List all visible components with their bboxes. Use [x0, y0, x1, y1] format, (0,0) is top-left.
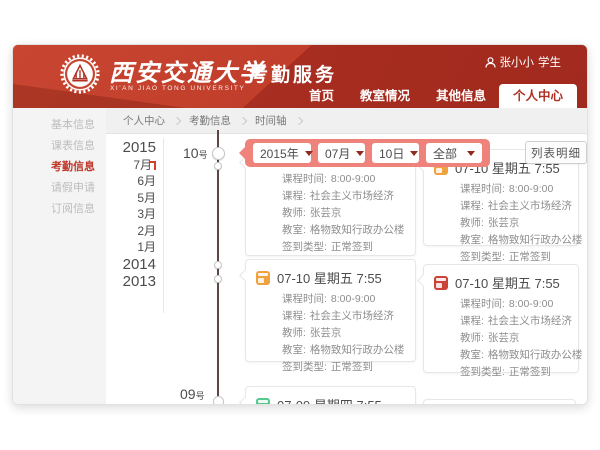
date-filter-bar: 2015年 07月 10日 全部	[245, 139, 490, 167]
caret-down-icon	[410, 151, 418, 156]
attendance-card-partial[interactable]	[423, 399, 576, 405]
timeline-year-2014[interactable]: 2014	[106, 256, 156, 274]
day-select[interactable]: 10日	[372, 143, 419, 163]
timeline-month-jul[interactable]: 7月	[106, 157, 156, 174]
timeline-year-month-column: 2015 7月 6月 5月 3月 2月 1月 2014 2013	[106, 139, 156, 291]
timeline-year-2013[interactable]: 2013	[106, 273, 156, 291]
main-content: 个人中心 考勤信息 时间轴 2015 7月 6月 5月 3月 2月 1月 20	[106, 108, 587, 405]
nav-item-other-info[interactable]: 其他信息	[423, 84, 499, 108]
card-title: 07-10 星期五 7:55	[455, 273, 560, 292]
person-icon	[485, 57, 496, 68]
caret-down-icon	[356, 151, 364, 156]
sidebar-item-schedule-info[interactable]: 课表信息	[13, 136, 106, 157]
nav-item-classrooms[interactable]: 教室情况	[347, 84, 423, 108]
timeline-month-feb[interactable]: 2月	[106, 223, 156, 240]
sidebar-item-basic-info[interactable]: 基本信息	[13, 115, 106, 136]
sidebar-item-attendance-info[interactable]: 考勤信息	[13, 157, 106, 178]
nav-item-home[interactable]: 首页	[296, 84, 347, 108]
app-window: 西安交通大学 XI'AN JIAO TONG UNIVERSITY 考勤服务 张…	[12, 44, 588, 405]
card-title: 07-10 星期五 7:55	[277, 268, 382, 287]
list-detail-button[interactable]: 列表明细	[525, 141, 587, 164]
timeline-month-jun[interactable]: 6月	[106, 173, 156, 190]
attendance-card[interactable]: 07-10 星期五 7:55 课程时间:8:00-9:00 课程:社会主义市场经…	[245, 259, 416, 362]
current-month-marker	[154, 161, 156, 170]
card-title: 07-09 星期四 7:55	[277, 395, 382, 405]
timeline-node-small	[214, 275, 222, 283]
caret-down-icon	[467, 151, 475, 156]
user-name: 张小小	[500, 54, 535, 70]
breadcrumb-attendance-info[interactable]: 考勤信息	[189, 113, 231, 128]
user-role: 学生	[538, 54, 561, 70]
sidebar-item-leave-request[interactable]: 请假申请	[13, 178, 106, 199]
timeline-month-jan[interactable]: 1月	[106, 239, 156, 256]
column-divider	[163, 138, 164, 313]
screenshot-stage: 西安交通大学 XI'AN JIAO TONG UNIVERSITY 考勤服务 张…	[0, 0, 600, 450]
timeline-node-large	[212, 147, 225, 160]
timeline-node-small	[214, 162, 222, 170]
breadcrumb-personal-center[interactable]: 个人中心	[123, 113, 165, 128]
sidebar: 基本信息 课表信息 考勤信息 请假申请 订阅信息	[13, 108, 106, 405]
university-name-english: XI'AN JIAO TONG UNIVERSITY	[110, 85, 245, 92]
day-marker-09: 09号	[180, 386, 205, 404]
university-logo-icon	[59, 53, 101, 95]
university-name-calligraphy: 西安交通大学	[109, 53, 265, 88]
main-nav: 首页 教室情况 其他信息 个人中心	[296, 84, 577, 108]
sidebar-item-subscription-info[interactable]: 订阅信息	[13, 199, 106, 220]
timeline-node-medium	[213, 396, 224, 406]
month-select[interactable]: 07月	[318, 143, 365, 163]
chevron-right-icon	[239, 116, 247, 124]
user-info[interactable]: 张小小 学生	[485, 54, 562, 70]
breadcrumb: 个人中心 考勤信息 时间轴	[106, 108, 587, 134]
chevron-right-icon	[173, 116, 181, 124]
timeline-month-mar[interactable]: 3月	[106, 206, 156, 223]
attendance-status-icon	[434, 276, 448, 290]
attendance-card[interactable]: 07-09 星期四 7:55	[245, 386, 416, 405]
app-title: 考勤服务	[249, 60, 337, 87]
attendance-card[interactable]: 07-10 星期五 7:55 课程时间:8:00-9:00 课程:社会主义市场经…	[423, 264, 579, 373]
day-marker-10: 10号	[183, 145, 208, 163]
breadcrumb-timeline[interactable]: 时间轴	[255, 113, 287, 128]
nav-item-personal-center[interactable]: 个人中心	[499, 84, 577, 108]
attendance-status-icon	[256, 271, 270, 285]
timeline-year-2015[interactable]: 2015	[106, 139, 156, 157]
type-select[interactable]: 全部	[426, 143, 482, 163]
attendance-status-icon	[256, 398, 270, 406]
timeline-month-may[interactable]: 5月	[106, 190, 156, 207]
caret-down-icon	[305, 151, 313, 156]
year-select[interactable]: 2015年	[253, 143, 311, 163]
chevron-right-icon	[294, 116, 302, 124]
timeline-node-small	[214, 261, 222, 269]
app-header: 西安交通大学 XI'AN JIAO TONG UNIVERSITY 考勤服务 张…	[13, 45, 587, 108]
